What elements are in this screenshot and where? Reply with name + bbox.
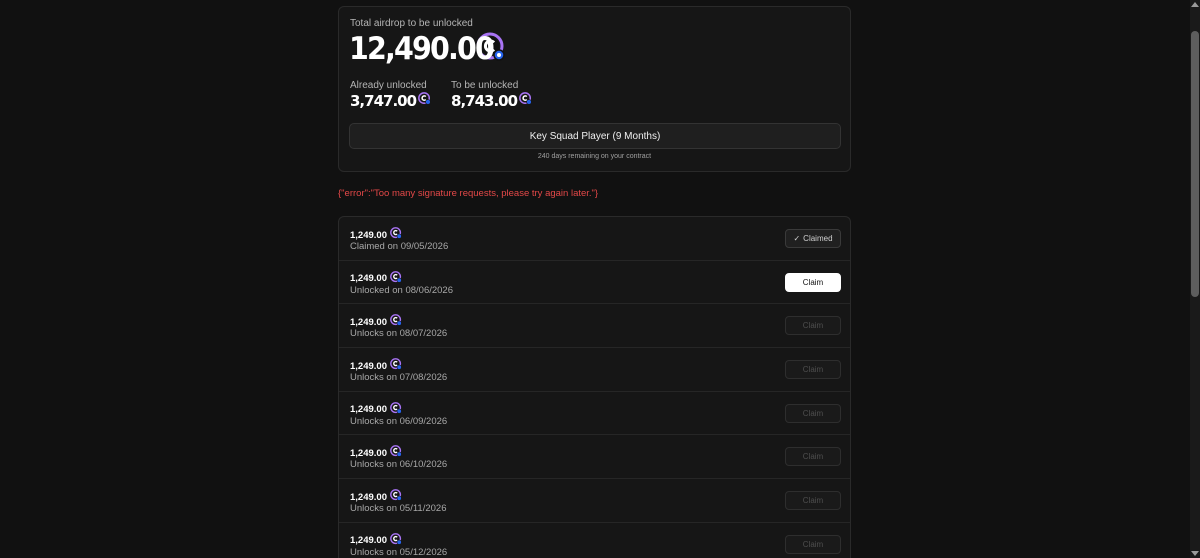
- coin-logo-icon: [418, 92, 431, 110]
- to-be-unlocked-label: To be unlocked: [451, 80, 519, 91]
- unlock-amount: 1,249.00: [350, 229, 387, 241]
- checkmark-icon: ✓: [793, 234, 801, 243]
- unlock-date: Claimed on 09/05/2026: [350, 241, 449, 252]
- unlock-amount: 1,249.00: [350, 535, 387, 547]
- airdrop-summary-card: Total airdrop to be unlocked 12,490.00 A…: [338, 6, 851, 172]
- unlock-amount: 1,249.00: [350, 316, 387, 328]
- unlock-date: Unlocks on 05/12/2026: [350, 546, 448, 558]
- claim-button-label: Claim: [802, 277, 824, 287]
- unlock-schedule-list: 1,249.00 Claimed on 09/05/2026 ✓ Claimed 1,2…: [338, 216, 851, 558]
- unlock-row: 1,249.00 Unlocked on 08/06/2026 Claim: [339, 261, 850, 305]
- claim-button: Claim: [785, 491, 841, 511]
- total-amount: 12,490.00: [349, 31, 495, 67]
- unlock-date: Unlocks on 08/07/2026: [350, 328, 448, 340]
- total-airdrop-label: Total airdrop to be unlocked: [350, 18, 473, 29]
- unlock-amount: 1,249.00: [350, 404, 387, 416]
- unlock-row: 1,249.00 Unlocks on 07/08/2026 Claim: [339, 348, 850, 392]
- contract-tier-button[interactable]: Key Squad Player (9 Months): [349, 123, 841, 149]
- unlock-row: 1,249.00 Claimed on 09/05/2026 ✓ Claimed: [339, 217, 850, 261]
- unlock-date: Unlocks on 07/08/2026: [350, 372, 448, 384]
- already-unlocked-amount: 3,747.00: [350, 92, 417, 110]
- already-unlocked-block: Already unlocked 3,747.00: [350, 80, 431, 110]
- claim-button: Claim: [785, 447, 841, 467]
- unlock-row: 1,249.00 Unlocks on 05/12/2026 Claim: [339, 523, 850, 558]
- claim-button-label: Claim: [802, 365, 824, 375]
- page-scrollbar[interactable]: [1190, 0, 1200, 558]
- unlock-date: Unlocks on 05/11/2026: [350, 503, 447, 515]
- claim-button-label: Claim: [802, 408, 824, 418]
- claimed-button[interactable]: ✓ Claimed: [785, 229, 841, 248]
- claim-button: Claim: [785, 534, 841, 554]
- unlock-amount: 1,249.00: [350, 491, 387, 503]
- unlock-date: Unlocks on 06/09/2026: [350, 415, 448, 427]
- airdrop-page: Total airdrop to be unlocked 12,490.00 A…: [0, 0, 1200, 558]
- unlock-row: 1,249.00 Unlocks on 06/09/2026 Claim: [339, 392, 850, 436]
- unlock-date: Unlocked on 08/06/2026: [350, 284, 453, 296]
- claim-button-label: Claim: [802, 496, 824, 506]
- contract-remaining-text: 240 days remaining on your contract: [537, 153, 652, 160]
- unlock-date: Unlocks on 06/10/2026: [350, 459, 448, 471]
- claim-button-label: Claim: [802, 321, 824, 331]
- claim-button-label: Claimed: [803, 234, 833, 243]
- unlock-amount: 1,249.00: [350, 447, 387, 459]
- error-message: {"error":"Too many signature requests, p…: [338, 188, 599, 199]
- unlock-amount: 1,249.00: [350, 273, 387, 285]
- unlock-amount: 1,249.00: [350, 360, 387, 372]
- claim-button[interactable]: Claim: [785, 272, 841, 292]
- scroll-thumb[interactable]: [1191, 31, 1199, 297]
- to-be-unlocked-block: To be unlocked 8,743.00: [451, 80, 532, 110]
- unlock-row: 1,249.00 Unlocks on 05/11/2026 Claim: [339, 479, 850, 523]
- to-be-unlocked-row: 8,743.00: [451, 92, 532, 110]
- total-amount-row: 12,490.00: [349, 31, 506, 67]
- unlock-breakdown: Already unlocked 3,747.00 To be unlocked: [350, 80, 532, 110]
- claim-button-label: Claim: [802, 539, 824, 549]
- claim-button: Claim: [785, 360, 841, 380]
- unlock-row: 1,249.00 Unlocks on 06/10/2026 Claim: [339, 435, 850, 480]
- already-unlocked-row: 3,747.00: [350, 92, 431, 110]
- scroll-up-arrow-icon[interactable]: [1191, 2, 1199, 7]
- unlock-row: 1,249.00 Unlocks on 08/07/2026 Claim: [339, 304, 850, 349]
- claim-button: Claim: [785, 316, 841, 336]
- claim-button: Claim: [785, 403, 841, 423]
- to-be-unlocked-amount: 8,743.00: [451, 92, 518, 110]
- scroll-down-arrow-icon[interactable]: [1191, 551, 1199, 556]
- coin-logo-icon: [519, 92, 532, 110]
- claim-button-label: Claim: [802, 452, 824, 462]
- already-unlocked-label: Already unlocked: [350, 80, 427, 91]
